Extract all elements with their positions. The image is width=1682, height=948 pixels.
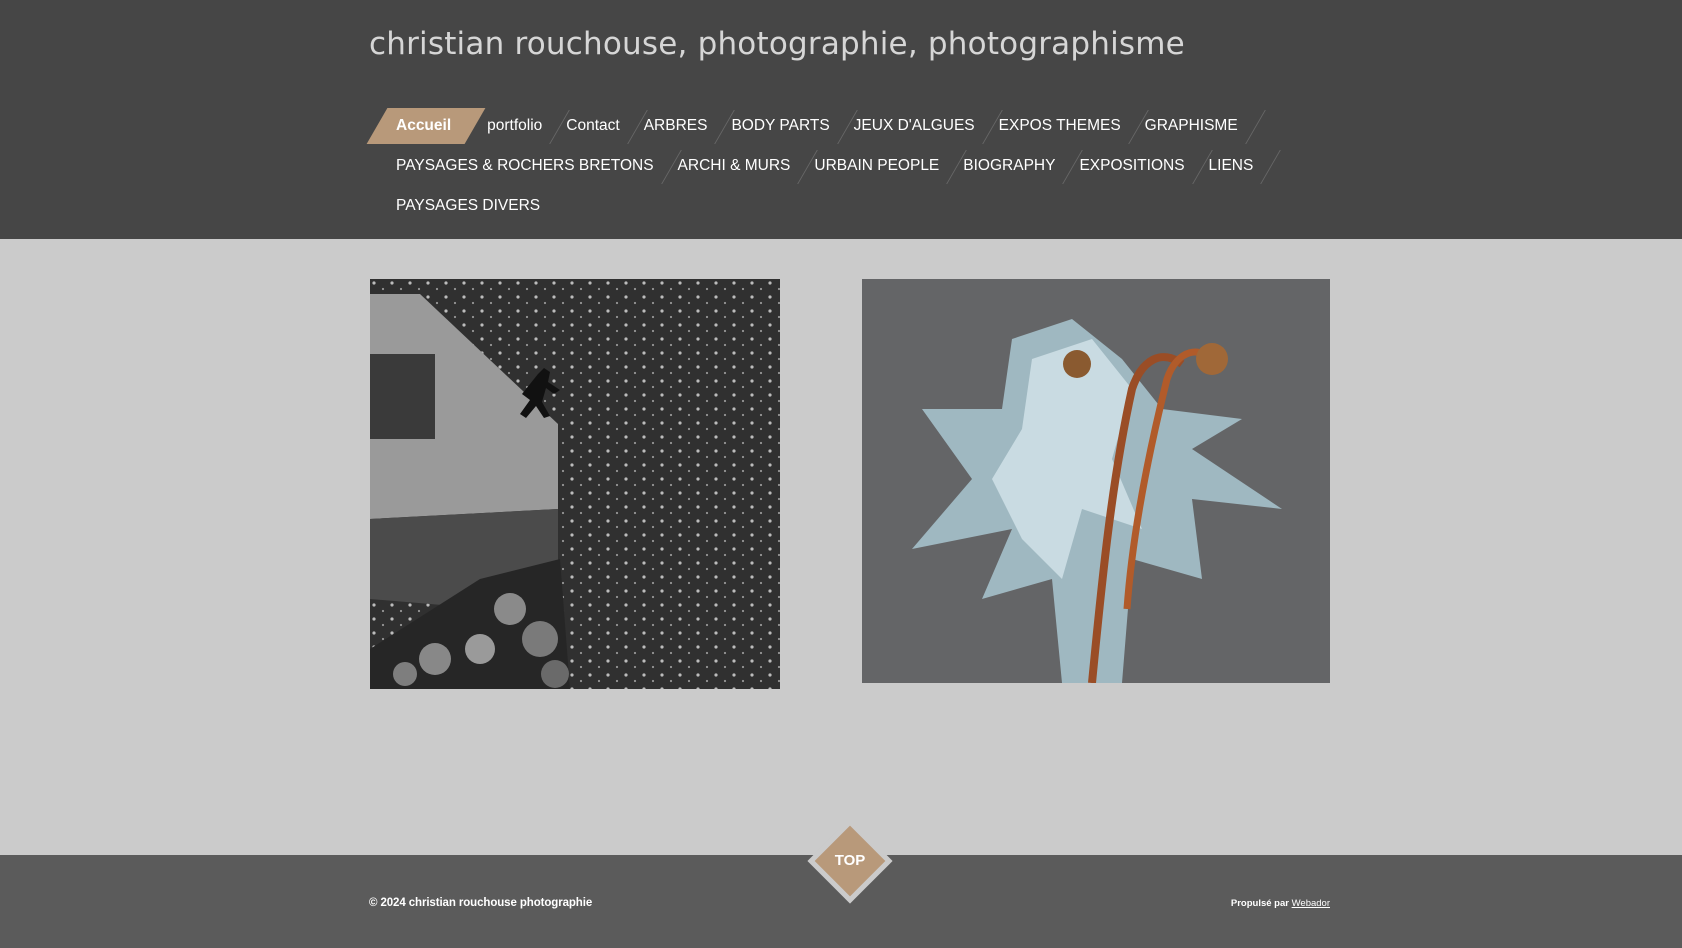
nav-item-archi-murs[interactable]: ARCHI & MURS: [666, 148, 819, 184]
photo-algae-sculpture[interactable]: [862, 279, 1330, 683]
copyright-text: © 2024 christian rouchouse photographie: [369, 897, 593, 909]
webador-link[interactable]: Webador: [1292, 898, 1330, 909]
nav-item-jeux-dalgues[interactable]: JEUX D'ALGUES: [842, 108, 1003, 144]
nav-item-liens[interactable]: LIENS: [1197, 148, 1282, 184]
nav-row-2: PAYSAGES & ROCHERS BRETONS ARCHI & MURS …: [369, 146, 1282, 186]
photo-runner-on-pier[interactable]: [370, 279, 780, 689]
site-title[interactable]: christian rouchouse, photographie, photo…: [369, 26, 1185, 62]
back-to-top-button[interactable]: TOP: [807, 818, 893, 904]
nav-item-portfolio[interactable]: portfolio: [475, 108, 571, 144]
nav-item-paysages-rochers-bretons[interactable]: PAYSAGES & ROCHERS BRETONS: [369, 148, 682, 184]
site-header: christian rouchouse, photographie, photo…: [0, 0, 1682, 239]
powered-by-prefix: Propulsé par: [1230, 898, 1289, 909]
powered-by: Propulsé par Webador: [1231, 898, 1330, 909]
top-button-label: TOP: [834, 852, 866, 869]
nav-item-graphisme[interactable]: GRAPHISME: [1133, 108, 1266, 144]
photo-algae-sculpture-image: [862, 279, 1330, 683]
photo-runner-on-pier-image: [370, 279, 780, 689]
nav-item-accueil[interactable]: Accueil: [369, 108, 475, 144]
photo-gallery: [0, 239, 1682, 854]
nav-item-biography[interactable]: BIOGRAPHY: [951, 148, 1084, 184]
nav-item-expositions[interactable]: EXPOSITIONS: [1067, 148, 1213, 184]
nav-item-body-parts[interactable]: BODY PARTS: [719, 108, 858, 144]
nav-item-paysages-divers[interactable]: PAYSAGES DIVERS: [369, 188, 552, 224]
nav-item-expos-themes[interactable]: EXPOS THEMES: [987, 108, 1149, 144]
main-nav: Accueil portfolio Contact ARBRES BODY PA…: [369, 106, 1282, 226]
nav-row-3: PAYSAGES DIVERS: [369, 186, 1229, 226]
nav-item-contact[interactable]: Contact: [554, 108, 648, 144]
nav-item-urbain-people[interactable]: URBAIN PEOPLE: [802, 148, 968, 184]
nav-item-arbres[interactable]: ARBRES: [632, 108, 736, 144]
nav-row-1: Accueil portfolio Contact ARBRES BODY PA…: [369, 106, 1266, 146]
